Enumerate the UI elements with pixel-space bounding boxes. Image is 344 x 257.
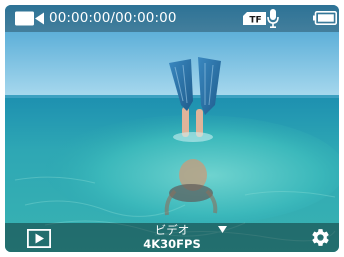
microphone-icon (267, 9, 279, 28)
status-bar: 00:00:00/00:00:00 TF (5, 5, 339, 32)
tf-card-icon: TF (243, 12, 266, 25)
bottom-control-bar: ビデオ 4K30FPS (5, 223, 339, 252)
settings-button[interactable] (310, 227, 331, 248)
live-preview-image (5, 5, 339, 252)
mode-selector[interactable] (135, 223, 231, 252)
camera-viewfinder: 00:00:00/00:00:00 TF ビデオ 4K30FPS (5, 5, 339, 252)
gear-icon (312, 229, 329, 246)
video-camera-icon (15, 11, 44, 26)
battery-icon (313, 11, 337, 25)
dropdown-triangle-icon (218, 226, 227, 233)
tf-card-label: TF (249, 16, 261, 26)
recording-timer: 00:00:00/00:00:00 (49, 10, 177, 26)
